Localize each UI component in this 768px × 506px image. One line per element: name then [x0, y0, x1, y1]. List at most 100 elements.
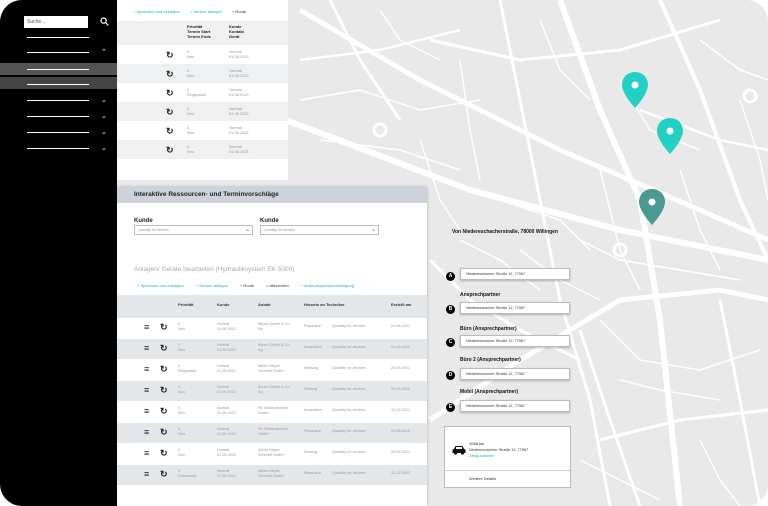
asset-cell: Bauer GmbH & Co Kg — [258, 322, 290, 331]
type-cell: Reparatur — [304, 429, 321, 433]
customer-select-2[interactable]: Quantity for devices ⌄ — [260, 225, 379, 235]
chevron-down-icon[interactable]: ⌄ — [101, 97, 107, 104]
search-input[interactable]: Suche... — [24, 16, 88, 28]
route-title: Von Niedereschacherstraße, 78000 Willing… — [452, 229, 559, 235]
table-row[interactable]: ≡ ↻ 4 Neu Normal 01.06.2021 Fix Elektrotechnik… — [117, 423, 427, 443]
refresh-icon[interactable]: ↻ — [160, 365, 168, 374]
menu-icon[interactable]: ≡ — [144, 407, 149, 416]
cancel-link[interactable]: × Abbrechen — [266, 283, 289, 288]
created-cell: 06.09.2021 — [391, 450, 411, 454]
refresh-icon[interactable]: ↻ — [160, 386, 168, 395]
more-details-link[interactable]: Weitere Details — [469, 476, 496, 481]
waypoint-marker-d: D — [446, 371, 455, 380]
chevron-down-icon[interactable]: ⌄ — [101, 145, 107, 152]
customer-cell: Normal 01.06.2021 — [217, 406, 237, 415]
note-cell: Quantity for devices — [332, 345, 366, 349]
create-service-link[interactable]: + Service anlegen — [196, 283, 228, 288]
create-service-link[interactable]: + Service anlegen — [190, 9, 222, 14]
table-row[interactable]: ↻ 4 Neu Normal 01.06.2021 — [117, 102, 288, 121]
table-row[interactable]: ↻ 4 Neu Normal 01.06.2021 — [117, 140, 288, 159]
priority-cell: 4 Neu — [178, 322, 185, 331]
menu-icon[interactable]: ≡ — [144, 323, 149, 332]
created-cell: 01.06.2021 — [391, 324, 411, 328]
priority-cell: 4 Neu — [178, 427, 185, 436]
table-row[interactable]: ≡ ↻ 4 Neu Normal 01.06.2021 Fix Elektrotechnik… — [117, 402, 427, 422]
search-icon[interactable] — [100, 17, 110, 27]
note-cell: Quantity for devices — [332, 450, 366, 454]
note-cell: Quantity for devices — [332, 408, 366, 412]
waypoint-input-b[interactable]: Niedereschacher Straße 12, 77967 — [460, 302, 570, 314]
menu-icon[interactable]: ≡ — [144, 428, 149, 437]
menu-icon[interactable]: ≡ — [144, 470, 149, 479]
sidebar-item[interactable] — [27, 116, 89, 117]
refresh-icon[interactable]: ↻ — [160, 407, 168, 416]
table-row[interactable]: ≡ ↻ 2 Eingeplant Normal 01.06.2021 Müller Meye… — [117, 360, 427, 380]
chevron-down-icon[interactable]: ⌄ — [101, 129, 107, 136]
chevron-down-icon[interactable]: ⌄ — [101, 113, 107, 120]
menu-icon[interactable]: ≡ — [144, 386, 149, 395]
asset-cell: Fix Elektrotechnik GmbH — [258, 406, 288, 415]
table-row[interactable]: ↻ 4 Neu Normal 01.06.2021 — [117, 64, 288, 83]
table-row[interactable]: ↻ 4 Neu Normal 01.06.2021 — [117, 45, 288, 64]
sidebar-item[interactable] — [27, 132, 89, 133]
refresh-icon[interactable]: ↻ — [166, 50, 174, 61]
table-row[interactable]: ≡ ↻ 5 Unbekannt Normal 01.06.2021 Müller Meyer… — [117, 465, 427, 485]
change-notification-link[interactable]: + Änderungsbenachrichtigung — [301, 283, 354, 288]
type-cell: Wartung — [304, 366, 319, 370]
table-row[interactable]: ≡ ↻ 4 Neu Normal 01.06.2021 Bauer GmbH & Co Kg S… — [117, 381, 427, 401]
customer-select[interactable]: Quantity for devices ⌄ — [134, 225, 253, 235]
table-row[interactable]: ≡ ↻ 4 Neu Normal 01.06.2021 Müller Meyer Schmid… — [117, 444, 427, 464]
save-complete-link[interactable]: + Speichern und erledigen — [137, 283, 184, 288]
refresh-icon[interactable]: ↻ — [160, 323, 168, 332]
customer-filter-label-2: Kunde — [260, 218, 279, 224]
waypoint-input-a[interactable]: Niedereschacher Straße 12, 77967 — [460, 268, 570, 280]
table-row[interactable]: ≡ ↻ 4 Neu Normal 01.06.2021 Bauer GmbH & Co Kg I… — [117, 339, 427, 359]
menu-icon[interactable]: ≡ — [144, 344, 149, 353]
waypoint-input-e[interactable]: Niedereschacher Straße 12, 77967 — [460, 400, 570, 412]
sidebar-item[interactable] — [27, 148, 89, 149]
table-row[interactable]: ≡ ↻ 4 Neu Normal 01.06.2021 Bauer GmbH & Co Kg R… — [117, 318, 427, 338]
refresh-icon[interactable]: ↻ — [166, 69, 174, 80]
waypoint-input-c[interactable]: Niedereschacher Straße 12, 77967 — [460, 335, 570, 347]
sidebar-item-active[interactable] — [0, 77, 117, 89]
refresh-icon[interactable]: ↻ — [166, 107, 174, 118]
menu-icon[interactable]: ≡ — [144, 365, 149, 374]
sidebar-item[interactable] — [27, 84, 89, 85]
menu-icon[interactable]: ≡ — [144, 449, 149, 458]
chevron-up-icon[interactable]: ⌃ — [101, 49, 107, 56]
sidebar-item[interactable] — [27, 100, 89, 101]
waypoint-input-d[interactable]: Niedereschacher Straße 12, 77967 — [460, 368, 570, 380]
save-complete-link[interactable]: + Speichern und erledigen — [133, 9, 180, 14]
customer-cell: Normal 01.06.2021 — [217, 364, 237, 373]
table-row[interactable]: ↻ 2 Eingeplant Normal 01.06.2021 — [117, 83, 288, 102]
map-pin-3[interactable] — [639, 189, 665, 225]
type-cell: Installation — [304, 345, 323, 349]
table-row[interactable]: ↻ 3 Neu Normal 01.06.2021 — [117, 121, 288, 140]
refresh-icon[interactable]: ↻ — [166, 126, 174, 137]
refresh-icon[interactable]: ↻ — [160, 344, 168, 353]
refresh-icon[interactable]: ↻ — [166, 145, 174, 156]
refresh-icon[interactable]: ↻ — [166, 88, 174, 99]
priority-cell: 5 Unbekannt — [178, 469, 197, 478]
sidebar-item[interactable] — [27, 37, 89, 38]
map-pin-1[interactable] — [622, 72, 648, 108]
table-header: Priorität Kunde Anlabt Hinweis an Techni… — [117, 295, 427, 318]
header-technician-note: Hinweis an Techniker — [304, 302, 345, 307]
sidebar-item[interactable] — [27, 69, 89, 70]
sidebar-item[interactable] — [27, 52, 89, 53]
priority-cell: 2 Eingeplant — [178, 364, 196, 373]
refresh-icon[interactable]: ↻ — [160, 470, 168, 479]
map-pin-2[interactable] — [657, 118, 683, 154]
timely-start-link[interactable]: Zeitig anfahren — [469, 454, 494, 458]
created-cell: 10.02.2021 — [391, 408, 411, 412]
route-link[interactable]: + Route — [240, 283, 254, 288]
customer-cell: Normal 01.06.2021 — [217, 385, 237, 394]
refresh-icon[interactable]: ↻ — [160, 449, 168, 458]
asset-cell: Müller Meyer Schmidt GmbH — [258, 448, 284, 457]
refresh-icon[interactable]: ↻ — [160, 428, 168, 437]
route-distance: 1068 km — [469, 441, 485, 446]
route-link[interactable]: + Route — [232, 9, 246, 14]
asset-cell: Müller Meyer Schmidt GmbH — [258, 364, 284, 373]
route-summary-card: 1068 km Niedereschacher Straße 12, 77967… — [444, 426, 572, 488]
panel-actions: + Speichern und erledigen + Service anle… — [137, 283, 354, 288]
